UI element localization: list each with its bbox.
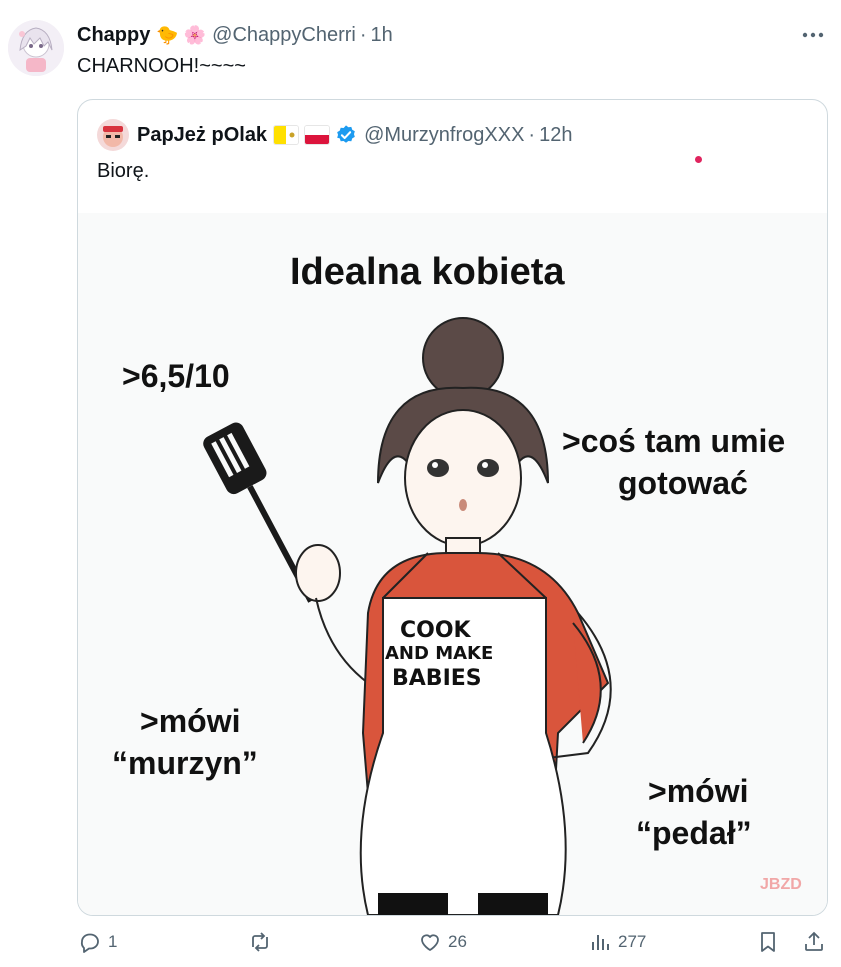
meme-label-cooking-1: >coś tam umie <box>562 423 786 459</box>
bookmark-icon <box>761 932 775 952</box>
like-button[interactable]: 26 <box>418 930 467 954</box>
retweet-icon <box>252 932 268 952</box>
more-icon[interactable] <box>799 24 827 46</box>
reply-icon <box>80 933 99 953</box>
separator: · <box>359 23 367 46</box>
poland-flag-icon <box>305 126 330 144</box>
verified-icon <box>337 125 355 143</box>
share-icon <box>805 931 823 951</box>
quote-author-name[interactable]: PapJeż pOlak <box>137 124 267 147</box>
tweet[interactable]: Chappy 🐤 🌸 @ChappyCherri · 1h CHARNOOH!~… <box>0 0 841 967</box>
apron-text-2: AND MAKE <box>385 643 494 664</box>
tweet-header: Chappy 🐤 🌸 @ChappyCherri · 1h <box>77 22 393 48</box>
views-icon <box>592 935 609 950</box>
timestamp[interactable]: 1h <box>371 24 393 47</box>
vatican-flag-icon <box>274 126 299 144</box>
meme-label-murzyn-2: “murzyn” <box>112 745 258 781</box>
apron-text-1: COOK <box>400 618 471 643</box>
reply-button[interactable]: 1 <box>78 930 117 954</box>
meme-label-pedal-2: “pedał” <box>636 815 752 851</box>
quote-timestamp[interactable]: 12h <box>539 124 572 147</box>
like-count: 26 <box>448 932 467 951</box>
meme-label-rating: >6,5/10 <box>122 358 230 394</box>
meme-label-cooking-2: gotować <box>618 465 748 501</box>
watermark: JBZD <box>760 876 802 893</box>
action-bar: 1 26 277 <box>0 930 841 966</box>
avatar[interactable] <box>8 20 64 76</box>
quote-header: PapJeż pOlak @MurzynfrogXXX · 12h <box>137 122 572 148</box>
bookmark-button[interactable] <box>756 930 780 954</box>
quote-tweet[interactable]: PapJeż pOlak @MurzynfrogXXX · 12h Biorę. <box>77 99 828 916</box>
retweet-button[interactable] <box>248 930 278 954</box>
quote-author-handle[interactable]: @MurzynfrogXXX <box>364 124 524 147</box>
tweet-text: CHARNOOH!~~~~ <box>77 55 246 77</box>
meme-title: Idealna kobieta <box>290 251 565 293</box>
like-icon <box>421 934 439 951</box>
apron-text-3: BABIES <box>392 666 482 691</box>
share-button[interactable] <box>802 930 826 954</box>
meme-label-murzyn-1: >mówi <box>140 703 241 739</box>
meme-label-pedal-1: >mówi <box>648 773 749 809</box>
author-emojis: 🐤 🌸 <box>156 24 207 45</box>
red-dot <box>695 156 702 163</box>
quote-separator: · <box>528 123 536 146</box>
author-name[interactable]: Chappy <box>77 24 150 47</box>
quote-text: Biorę. <box>97 160 150 182</box>
reply-count: 1 <box>108 932 118 951</box>
views-button[interactable]: 277 <box>588 930 646 954</box>
quote-avatar[interactable] <box>97 119 129 151</box>
views-count: 277 <box>618 932 647 951</box>
author-handle[interactable]: @ChappyCherri <box>212 24 356 47</box>
meme-image[interactable]: Idealna kobieta >6,5/10 >coś tam umie go… <box>78 213 827 915</box>
